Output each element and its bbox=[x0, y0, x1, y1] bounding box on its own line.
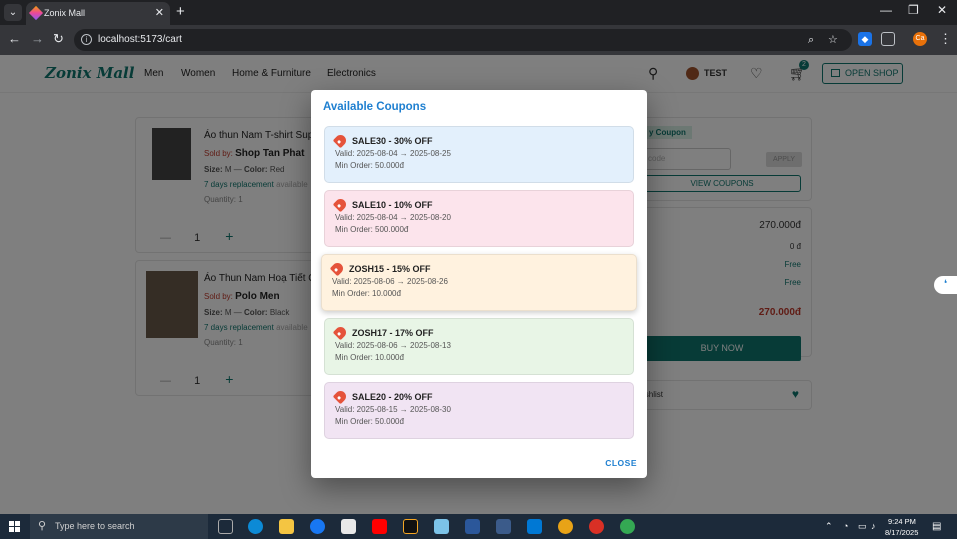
coupon-validity: Valid: 2025-08-15 → 2025-08-30 bbox=[335, 405, 451, 414]
windows-taskbar: ⚲ Type here to search ⌃ ◔ ▭ ♪ 9:24 PM 8/… bbox=[0, 514, 957, 539]
close-window-button[interactable]: ✕ bbox=[937, 3, 947, 17]
back-button[interactable]: ← bbox=[8, 31, 21, 46]
youtube-icon[interactable] bbox=[372, 519, 387, 534]
tab-search-button[interactable]: ⌄ bbox=[4, 4, 22, 21]
zonix-favicon-icon bbox=[28, 5, 44, 21]
chrome-profile-icon[interactable] bbox=[620, 519, 635, 534]
coupon-item[interactable]: SALE10 - 10% OFF Valid: 2025-08-04 → 202… bbox=[324, 190, 634, 247]
jetbrains-icon[interactable] bbox=[403, 519, 418, 534]
coupon-min-order: Min Order: 500.000đ bbox=[335, 225, 409, 234]
coupon-name: ZOSH17 - 17% OFF bbox=[352, 328, 434, 338]
clock-time[interactable]: 9:24 PM bbox=[888, 517, 916, 526]
profile-avatar[interactable]: Ca bbox=[913, 32, 927, 46]
close-button[interactable]: CLOSE bbox=[605, 458, 637, 468]
coupon-name: SALE30 - 30% OFF bbox=[352, 136, 433, 146]
site-info-icon[interactable]: i bbox=[81, 34, 92, 45]
address-bar-row: ← → ↻ i localhost:5173/cart ⌕ ☆ ◆ Ca ⋮ bbox=[0, 25, 957, 55]
file-explorer-icon[interactable] bbox=[279, 519, 294, 534]
browser-chrome: ⌄ Zonix Mall ✕ + — ❐ ✕ ← → ↻ i localhost… bbox=[0, 0, 957, 55]
search-icon: ⚲ bbox=[38, 520, 47, 532]
coupon-min-order: Min Order: 10.000đ bbox=[335, 353, 404, 362]
tab-title: Zonix Mall bbox=[44, 8, 86, 18]
facebook-icon[interactable] bbox=[310, 519, 325, 534]
web-page: Zonix Mall Men Women Home & Furniture El… bbox=[0, 55, 957, 514]
coupon-name: SALE10 - 10% OFF bbox=[352, 200, 433, 210]
restore-button[interactable]: ❐ bbox=[908, 3, 919, 17]
chrome-icon[interactable] bbox=[558, 519, 573, 534]
coupon-validity: Valid: 2025-08-06 → 2025-08-26 bbox=[332, 277, 448, 286]
coupon-item[interactable]: SALE20 - 20% OFF Valid: 2025-08-15 → 202… bbox=[324, 382, 634, 439]
coupon-min-order: Min Order: 50.000đ bbox=[335, 417, 404, 426]
coupon-min-order: Min Order: 10.000đ bbox=[332, 289, 401, 298]
extension-icon[interactable]: ◆ bbox=[858, 32, 872, 46]
browser-menu-icon[interactable]: ⋮ bbox=[939, 31, 952, 47]
vscode-icon[interactable] bbox=[527, 519, 542, 534]
clock-date[interactable]: 8/17/2025 bbox=[885, 528, 918, 537]
task-view-icon[interactable] bbox=[218, 519, 233, 534]
coupon-item[interactable]: SALE30 - 30% OFF Valid: 2025-08-04 → 202… bbox=[324, 126, 634, 183]
forward-button[interactable]: → bbox=[31, 31, 44, 46]
zoom-icon[interactable]: ⌕ bbox=[808, 29, 814, 51]
tag-icon bbox=[332, 132, 349, 149]
coupon-validity: Valid: 2025-08-04 → 2025-08-20 bbox=[335, 213, 451, 222]
tag-icon bbox=[332, 324, 349, 341]
chrome-profile-icon[interactable] bbox=[589, 519, 604, 534]
close-tab-icon[interactable]: ✕ bbox=[155, 2, 164, 24]
coupons-dialog: Available Coupons SALE30 - 30% OFF Valid… bbox=[311, 90, 647, 478]
taskbar-search-placeholder: Type here to search bbox=[55, 521, 135, 531]
tag-icon bbox=[329, 260, 346, 277]
edge-icon[interactable] bbox=[248, 519, 263, 534]
coupon-name: ZOSH15 - 15% OFF bbox=[349, 264, 431, 274]
coupon-validity: Valid: 2025-08-04 → 2025-08-25 bbox=[335, 149, 451, 158]
bookmark-star-icon[interactable]: ☆ bbox=[828, 29, 838, 51]
coupon-item[interactable]: ZOSH17 - 17% OFF Valid: 2025-08-06 → 202… bbox=[324, 318, 634, 375]
network-icon[interactable]: ◔ bbox=[843, 521, 848, 531]
tag-icon bbox=[332, 388, 349, 405]
tab-strip: ⌄ Zonix Mall ✕ + — ❐ ✕ bbox=[0, 0, 957, 25]
dialog-title: Available Coupons bbox=[323, 101, 427, 113]
coupon-item-hovered[interactable]: ZOSH15 - 15% OFF Valid: 2025-08-06 → 202… bbox=[321, 254, 637, 311]
store-icon[interactable] bbox=[341, 519, 356, 534]
battery-icon[interactable]: ▭ bbox=[858, 521, 867, 532]
windows-start-icon[interactable] bbox=[9, 521, 20, 532]
reload-button[interactable]: ↻ bbox=[53, 31, 64, 47]
app-icon[interactable] bbox=[496, 519, 511, 534]
new-tab-button[interactable]: + bbox=[176, 3, 185, 20]
coupon-validity: Valid: 2025-08-06 → 2025-08-13 bbox=[335, 341, 451, 350]
coupon-name: SALE20 - 20% OFF bbox=[352, 392, 433, 402]
url-text: localhost:5173/cart bbox=[98, 34, 182, 45]
volume-icon[interactable]: ♪ bbox=[871, 521, 876, 531]
minimize-button[interactable]: — bbox=[880, 3, 892, 17]
extensions-puzzle-icon[interactable] bbox=[881, 32, 895, 46]
url-field[interactable]: i localhost:5173/cart ⌕ ☆ bbox=[74, 29, 852, 51]
notifications-icon[interactable]: ▤ bbox=[932, 521, 941, 532]
side-assistant-icon[interactable]: ❛ bbox=[934, 276, 957, 294]
word-icon[interactable] bbox=[465, 519, 480, 534]
tag-icon bbox=[332, 196, 349, 213]
notes-icon[interactable] bbox=[434, 519, 449, 534]
browser-tab[interactable]: Zonix Mall ✕ bbox=[26, 2, 170, 25]
tray-chevron-icon[interactable]: ⌃ bbox=[825, 521, 833, 532]
coupon-min-order: Min Order: 50.000đ bbox=[335, 161, 404, 170]
taskbar-search-box[interactable]: ⚲ Type here to search bbox=[30, 514, 208, 539]
